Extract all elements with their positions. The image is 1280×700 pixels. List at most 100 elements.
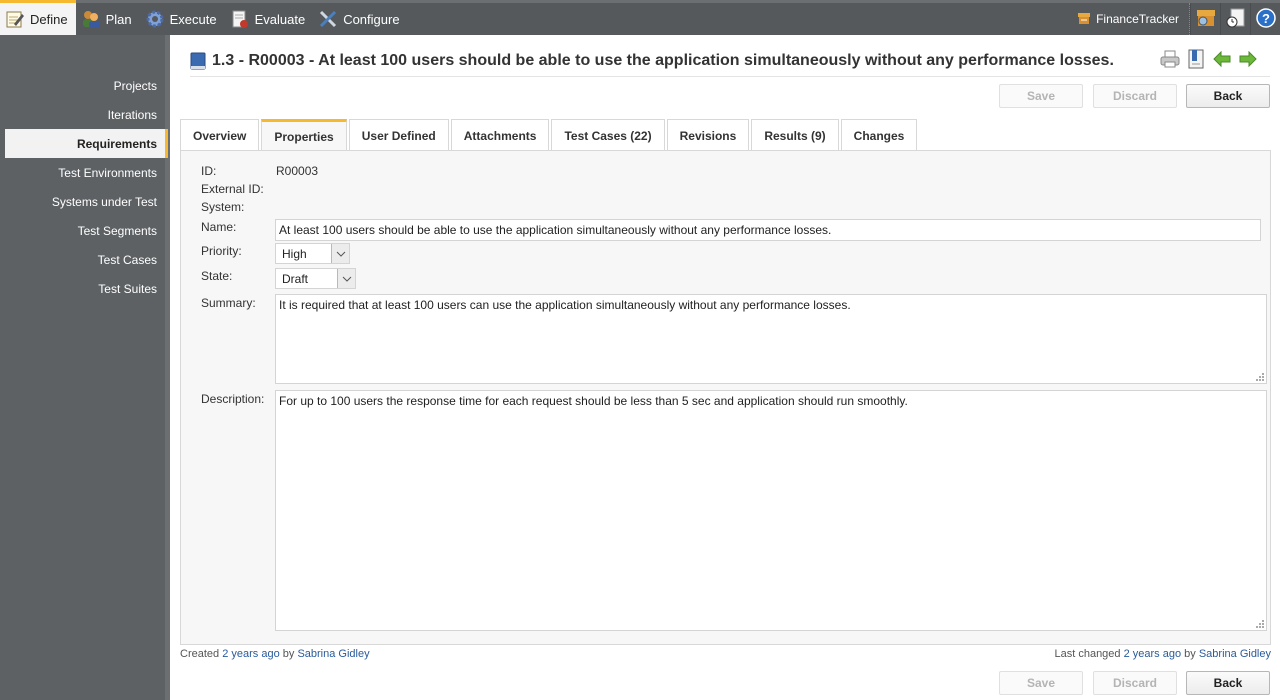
next-arrow-icon (1239, 51, 1257, 67)
sidebar-item-label: Requirements (76, 136, 157, 151)
created-prefix: Created (180, 648, 220, 660)
changed-prefix: Last changed (1054, 648, 1121, 660)
next-button[interactable] (1238, 49, 1258, 69)
priority-label: Priority: (201, 244, 242, 258)
title-toolbar (1160, 49, 1258, 69)
tab-test-cases[interactable]: Test Cases (22) (551, 119, 665, 151)
sidebar-item-iterations[interactable]: Iterations (5, 100, 165, 129)
nav-execute[interactable]: Execute (140, 3, 225, 35)
main-content: 1.3 - R00003 - At least 100 users should… (180, 35, 1280, 700)
sidebar-item-label: Test Environments (58, 165, 157, 180)
nav-configure-label: Configure (343, 11, 400, 27)
bookmark-button[interactable] (1186, 49, 1206, 69)
tab-user-defined[interactable]: User Defined (348, 119, 449, 151)
sidebar-item-label: Projects (113, 78, 157, 93)
changed-by-link[interactable]: Sabrina Gidley (1199, 648, 1271, 660)
nav-evaluate-label: Evaluate (254, 11, 306, 27)
sidebar-item-test-segments[interactable]: Test Segments (5, 216, 165, 245)
sidebar-item-label: Test Segments (77, 223, 157, 238)
tab-results[interactable]: Results (9) (751, 119, 839, 151)
page-header: 1.3 - R00003 - At least 100 users should… (190, 47, 1270, 77)
box-icon (1077, 11, 1091, 28)
sidebar-item-label: Test Suites (98, 281, 157, 296)
previous-arrow-icon (1213, 51, 1231, 67)
description-label: Description: (201, 392, 265, 406)
name-label: Name: (201, 220, 237, 234)
save-button-bottom[interactable]: Save (999, 671, 1083, 695)
project-search-icon (1195, 8, 1217, 31)
history-document-icon (1226, 8, 1246, 31)
history-button[interactable] (1220, 3, 1250, 35)
svg-text:?: ? (1262, 11, 1270, 26)
chevron-down-icon (331, 244, 349, 263)
sidebar-item-label: Systems under Test (51, 194, 157, 209)
help-icon: ? (1255, 7, 1276, 31)
changed-when-link[interactable]: 2 years ago (1124, 648, 1181, 660)
summary-textarea[interactable]: It is required that at least 100 users c… (275, 294, 1267, 384)
state-select[interactable]: Draft (275, 268, 356, 289)
state-label: State: (201, 269, 233, 283)
tools-icon (317, 8, 339, 30)
previous-button[interactable] (1212, 49, 1232, 69)
priority-select[interactable]: High (275, 243, 350, 264)
sidebar-item-requirements[interactable]: Requirements (5, 129, 168, 158)
created-when-link[interactable]: 2 years ago (222, 648, 279, 660)
tab-revisions[interactable]: Revisions (666, 119, 750, 151)
name-input[interactable]: At least 100 users should be able to use… (275, 219, 1261, 241)
tab-bar: Overview Properties User Defined Attachm… (180, 119, 919, 152)
resize-grip-icon[interactable] (1256, 373, 1264, 381)
nav-evaluate[interactable]: Evaluate (225, 3, 314, 35)
notepad-pencil-icon (4, 8, 26, 30)
back-button-top[interactable]: Back (1186, 84, 1270, 108)
nav-plan-label: Plan (105, 11, 132, 27)
nav-configure[interactable]: Configure (313, 3, 407, 35)
nav-define[interactable]: Define (0, 0, 76, 35)
resize-grip-icon[interactable] (1256, 620, 1264, 628)
sidebar-item-projects[interactable]: Projects (5, 71, 165, 100)
created-by-word: by (282, 648, 295, 660)
project-selector[interactable]: FinanceTracker (1067, 3, 1190, 35)
sidebar-item-label: Test Cases (97, 252, 157, 267)
summary-label: Summary: (201, 296, 256, 310)
created-by-link[interactable]: Sabrina Gidley (297, 648, 369, 660)
help-button[interactable]: ? (1250, 3, 1280, 35)
sidebar-item-label: Iterations (107, 107, 157, 122)
back-button-bottom[interactable]: Back (1186, 671, 1270, 695)
priority-value: High (282, 246, 307, 261)
bookmark-document-icon (1188, 49, 1204, 69)
sidebar-item-test-suites[interactable]: Test Suites (5, 274, 165, 303)
summary-text: It is required that at least 100 users c… (279, 298, 851, 312)
sidebar-item-test-cases[interactable]: Test Cases (5, 245, 165, 274)
properties-panel: ID: R00003 External ID: System: Name: At… (180, 150, 1271, 645)
discard-button-top[interactable]: Discard (1093, 84, 1177, 108)
sidebar: Projects Iterations Requirements Test En… (0, 35, 170, 700)
tab-properties[interactable]: Properties (261, 119, 347, 152)
tab-attachments[interactable]: Attachments (450, 119, 550, 151)
save-button-top[interactable]: Save (999, 84, 1083, 108)
tab-changes[interactable]: Changes (840, 119, 918, 151)
project-name: FinanceTracker (1096, 12, 1179, 26)
chevron-down-icon (337, 269, 355, 288)
last-changed-info: Last changed 2 years ago by Sabrina Gidl… (1054, 648, 1271, 660)
top-navigation-bar: Define Plan Execute Evaluate Configure F… (0, 0, 1280, 35)
print-button[interactable] (1160, 49, 1180, 69)
gear-icon (144, 8, 166, 30)
description-textarea[interactable]: For up to 100 users the response time fo… (275, 390, 1267, 631)
report-chart-icon (229, 8, 251, 30)
people-icon (80, 8, 102, 30)
page-title: 1.3 - R00003 - At least 100 users should… (212, 52, 1114, 69)
discard-button-bottom[interactable]: Discard (1093, 671, 1177, 695)
sidebar-item-test-environments[interactable]: Test Environments (5, 158, 165, 187)
external-id-label: External ID: (201, 182, 264, 196)
id-label: ID: (201, 164, 217, 178)
project-search-button[interactable] (1190, 3, 1220, 35)
sidebar-item-systems-under-test[interactable]: Systems under Test (5, 187, 165, 216)
requirement-book-icon (190, 52, 206, 70)
created-info: Created 2 years ago by Sabrina Gidley (180, 648, 370, 660)
nav-plan[interactable]: Plan (76, 3, 140, 35)
nav-execute-label: Execute (169, 11, 217, 27)
description-text: For up to 100 users the response time fo… (279, 394, 908, 408)
printer-icon (1160, 50, 1180, 68)
tab-overview[interactable]: Overview (180, 119, 260, 151)
changed-by-word: by (1184, 648, 1196, 660)
